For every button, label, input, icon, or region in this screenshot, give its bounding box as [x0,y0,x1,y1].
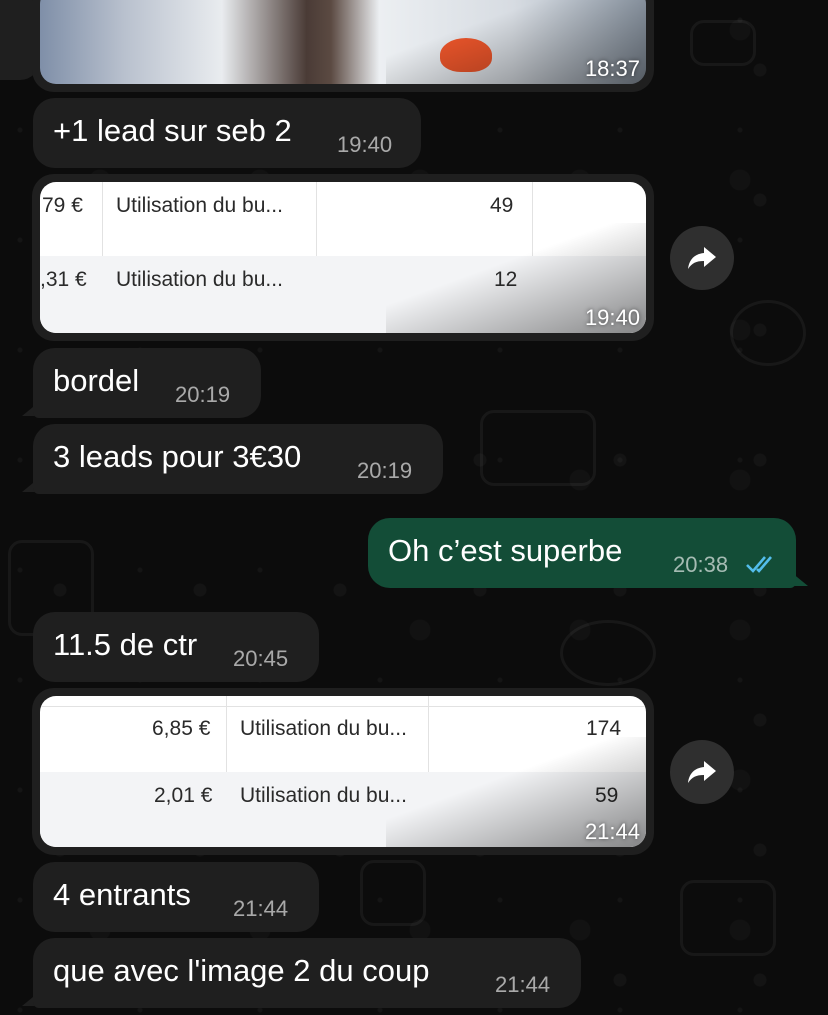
amount-cell: 6,85 € [152,717,211,740]
outgoing-message-bubble[interactable]: Oh c’est superbe 20:38 [368,518,796,588]
message-bubble[interactable]: bordel 20:19 [33,348,261,418]
message-text: 3 leads pour 3€30 [53,439,302,474]
forward-arrow-icon [688,761,716,783]
description-cell: Utilisation du bu... [116,194,283,217]
message-time: 19:40 [584,305,640,330]
amount-cell: ,31 € [40,268,87,291]
wallpaper-doodle [690,20,756,66]
message-time: 19:40 [337,132,393,157]
photo-image[interactable] [40,0,646,84]
message-time: 21:44 [233,896,289,921]
message-text: 11.5 de ctr [53,627,198,662]
forward-button[interactable] [670,226,734,290]
message-time: 21:44 [495,972,551,997]
message-bubble[interactable]: 3 leads pour 3€30 20:19 [33,424,443,494]
message-time: 20:19 [175,382,231,407]
forward-button[interactable] [670,740,734,804]
wallpaper-doodle [480,410,596,486]
screenshot-image[interactable]: 6,85 € Utilisation du bu... 174 2,01 € U… [40,696,646,847]
message-time: 21:44 [584,819,640,844]
chat-view[interactable]: 18:37 +1 lead sur seb 2 19:40 79 € Utili… [0,0,828,1015]
amount-cell: 2,01 € [154,784,213,807]
wallpaper-doodle [730,300,806,366]
wallpaper-doodle [560,620,656,686]
wallpaper-doodle [360,860,426,926]
amount-cell: 79 € [42,194,83,217]
message-text: Oh c’est superbe [388,533,623,568]
message-bubble[interactable]: 4 entrants 21:44 [33,862,319,932]
message-text: +1 lead sur seb 2 [53,113,292,148]
message-time: 20:38 [673,552,729,577]
message-bubble[interactable]: que avec l'image 2 du coup 21:44 [33,938,581,1008]
message-text: que avec l'image 2 du coup [53,953,430,988]
wallpaper-doodle [680,880,776,956]
message-time: 18:37 [584,56,640,81]
photo-message[interactable]: 18:37 [32,0,654,92]
message-text: 4 entrants [53,877,191,912]
description-cell: Utilisation du bu... [240,784,407,807]
double-check-icon [746,556,772,573]
count-cell: 49 [490,194,514,217]
message-bubble[interactable]: +1 lead sur seb 2 19:40 [33,98,421,168]
description-cell: Utilisation du bu... [116,268,283,291]
message-text: bordel [53,363,140,398]
screenshot-image[interactable]: 79 € Utilisation du bu... 49 ,31 € Utili… [40,182,646,333]
message-time: 20:19 [357,458,413,483]
forward-arrow-icon [688,247,716,269]
message-time: 20:45 [233,646,289,671]
screenshot-message[interactable]: 79 € Utilisation du bu... 49 ,31 € Utili… [32,174,654,341]
screenshot-message[interactable]: 6,85 € Utilisation du bu... 174 2,01 € U… [32,688,654,855]
message-bubble[interactable]: 11.5 de ctr 20:45 [33,612,319,682]
description-cell: Utilisation du bu... [240,717,407,740]
